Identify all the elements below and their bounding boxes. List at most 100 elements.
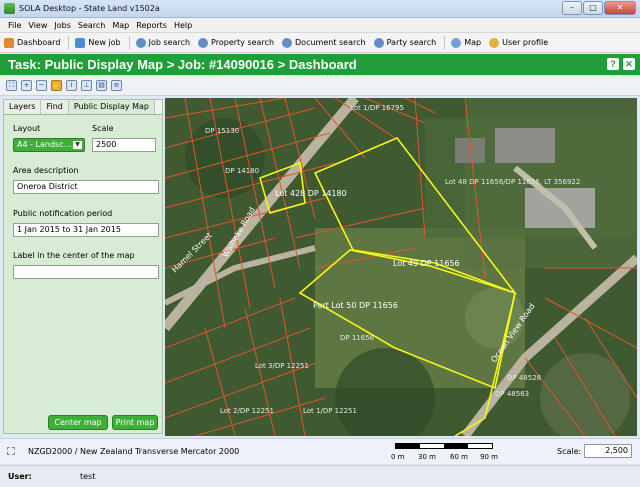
menu-map[interactable]: Map <box>112 21 129 30</box>
close-window-button[interactable]: ✕ <box>604 1 636 15</box>
lot-2-label: Lot 2/DP 12251 <box>220 407 274 415</box>
chevron-down-icon: ▼ <box>73 141 82 149</box>
window-controls: – □ ✕ <box>561 1 636 15</box>
minimize-button[interactable]: – <box>562 1 582 15</box>
new-job-button[interactable]: New job <box>75 37 121 48</box>
print-icon[interactable]: ▤ <box>96 80 107 91</box>
map-canvas[interactable]: Lot 428 DP 14180 Lot 49 DP 11656 Part Lo… <box>165 98 637 436</box>
center-map-button[interactable]: Center map <box>48 415 108 430</box>
property-search-button[interactable]: Property search <box>198 37 275 48</box>
party-search-button[interactable]: Party search <box>373 37 437 48</box>
job-search-label: Job search <box>148 38 191 47</box>
lot-49-label: Lot 49 DP 11656 <box>393 259 460 268</box>
print-map-button[interactable]: Print map <box>112 415 158 430</box>
center-label-label: Label in the center of the map <box>13 251 135 260</box>
dp-16795-label: Lot 1/DP 16795 <box>350 104 404 112</box>
crs-label: NZGD2000 / New Zealand Transverse Mercat… <box>28 447 240 456</box>
panel-tabs: Layers Find Public Display Map <box>4 100 162 115</box>
lot-428-label: Lot 428 DP 14180 <box>275 189 347 198</box>
scale-tick-60: 60 m <box>450 453 468 461</box>
new-job-label: New job <box>88 38 121 47</box>
user-bar: User: test <box>0 465 640 487</box>
search-icon <box>373 37 384 48</box>
job-search-button[interactable]: Job search <box>135 37 191 48</box>
user-profile-button[interactable]: User profile <box>489 37 549 48</box>
lot-48-label: Lot 48 DP 11656/DP 11656, LT 356922 <box>445 178 580 186</box>
menu-jobs[interactable]: Jobs <box>54 21 71 30</box>
zoom-out-icon[interactable]: − <box>36 80 47 91</box>
toolbar-separator <box>444 35 446 50</box>
toolbar-separator <box>128 35 130 50</box>
layers-icon[interactable]: ≡ <box>111 80 122 91</box>
map-label: Map <box>464 38 482 47</box>
area-description-label: Area description <box>13 166 79 175</box>
home-icon <box>4 37 14 48</box>
lot-1-label: Lot 1/DP 12251 <box>303 407 357 415</box>
user-profile-label: User profile <box>502 38 549 47</box>
close-task-icon[interactable]: ✕ <box>623 58 635 70</box>
new-job-icon <box>75 37 86 48</box>
party-search-label: Party search <box>386 38 437 47</box>
menu-search[interactable]: Search <box>78 21 105 30</box>
help-icon[interactable]: ? <box>607 58 619 70</box>
notification-period-input[interactable]: 1 Jan 2015 to 31 Jan 2015 <box>13 223 159 237</box>
search-icon <box>198 37 209 48</box>
task-header: Task: Public Display Map > Job: #1409001… <box>0 54 640 75</box>
scale-tick-30: 30 m <box>418 453 436 461</box>
main-toolbar: Dashboard New job Job search Property se… <box>0 33 640 53</box>
dp-14180-label: DP 14180 <box>225 167 259 175</box>
status-bar: NZGD2000 / New Zealand Transverse Mercat… <box>0 438 640 464</box>
info-icon[interactable]: i <box>66 80 77 91</box>
pan-icon[interactable]: ✋ <box>51 80 62 91</box>
scale-status-label: Scale: <box>557 447 582 456</box>
user-label: User: <box>8 472 32 481</box>
layout-select[interactable]: A4 - Landsc... ▼ <box>13 138 85 152</box>
map-icon <box>451 37 462 48</box>
full-extent-icon[interactable]: ⛶ <box>6 80 17 91</box>
dp-48528-label: DP 48528 <box>507 374 541 382</box>
map-button[interactable]: Map <box>451 37 482 48</box>
tab-public-display-map[interactable]: Public Display Map <box>68 100 156 114</box>
search-icon <box>135 37 146 48</box>
scale-tick-0: 0 m <box>391 453 405 461</box>
zoom-in-icon[interactable]: + <box>21 80 32 91</box>
center-label-input[interactable] <box>13 265 159 279</box>
window-title: SOLA Desktop - State Land v1502a <box>19 4 160 13</box>
scale-bar <box>395 443 493 449</box>
building <box>495 128 555 163</box>
toolbar-separator <box>68 35 70 50</box>
maximize-button[interactable]: □ <box>583 1 603 15</box>
lot-3-label: Lot 3/DP 12251 <box>255 362 309 370</box>
menu-help[interactable]: Help <box>174 21 192 30</box>
dp-15130-label: DP 15130 <box>205 127 239 135</box>
app-icon <box>4 3 15 14</box>
document-search-button[interactable]: Document search <box>282 37 366 48</box>
tab-layers[interactable]: Layers <box>4 100 42 114</box>
part-lot-50-label: Part Lot 50 DP 11656 <box>313 301 398 310</box>
area-description-input[interactable]: Oneroa District <box>13 180 159 194</box>
notification-period-label: Public notification period <box>13 209 113 218</box>
menu-reports[interactable]: Reports <box>136 21 167 30</box>
car-park <box>525 188 595 228</box>
dp-48563-label: DP 48563 <box>495 390 529 398</box>
menu-file[interactable]: File <box>8 21 21 30</box>
menu-view[interactable]: View <box>28 21 47 30</box>
window-title-bar: SOLA Desktop - State Land v1502a – □ ✕ <box>0 0 640 18</box>
tab-find[interactable]: Find <box>41 100 69 114</box>
user-icon <box>489 37 500 48</box>
menu-bar: File View Jobs Search Map Reports Help <box>0 18 640 33</box>
layout-select-value: A4 - Landsc... <box>17 140 72 149</box>
task-title: Task: Public Display Map > Job: #1409001… <box>8 57 357 72</box>
scale-input[interactable]: 2500 <box>92 138 156 152</box>
map-toolbar: ⛶ + − ✋ i ⊥ ▤ ≡ <box>0 76 640 96</box>
search-icon <box>282 37 293 48</box>
dp-11656-label: DP 11656 <box>340 334 375 342</box>
scale-status-input[interactable]: 2,500 <box>584 444 632 458</box>
user-value: test <box>80 472 96 481</box>
public-display-panel: Layers Find Public Display Map Layout Sc… <box>3 99 163 434</box>
crs-icon <box>7 447 15 455</box>
measure-icon[interactable]: ⊥ <box>81 80 92 91</box>
property-search-label: Property search <box>211 38 275 47</box>
dashboard-button[interactable]: Dashboard <box>4 37 60 48</box>
map-view[interactable]: Lot 428 DP 14180 Lot 49 DP 11656 Part Lo… <box>165 98 637 436</box>
